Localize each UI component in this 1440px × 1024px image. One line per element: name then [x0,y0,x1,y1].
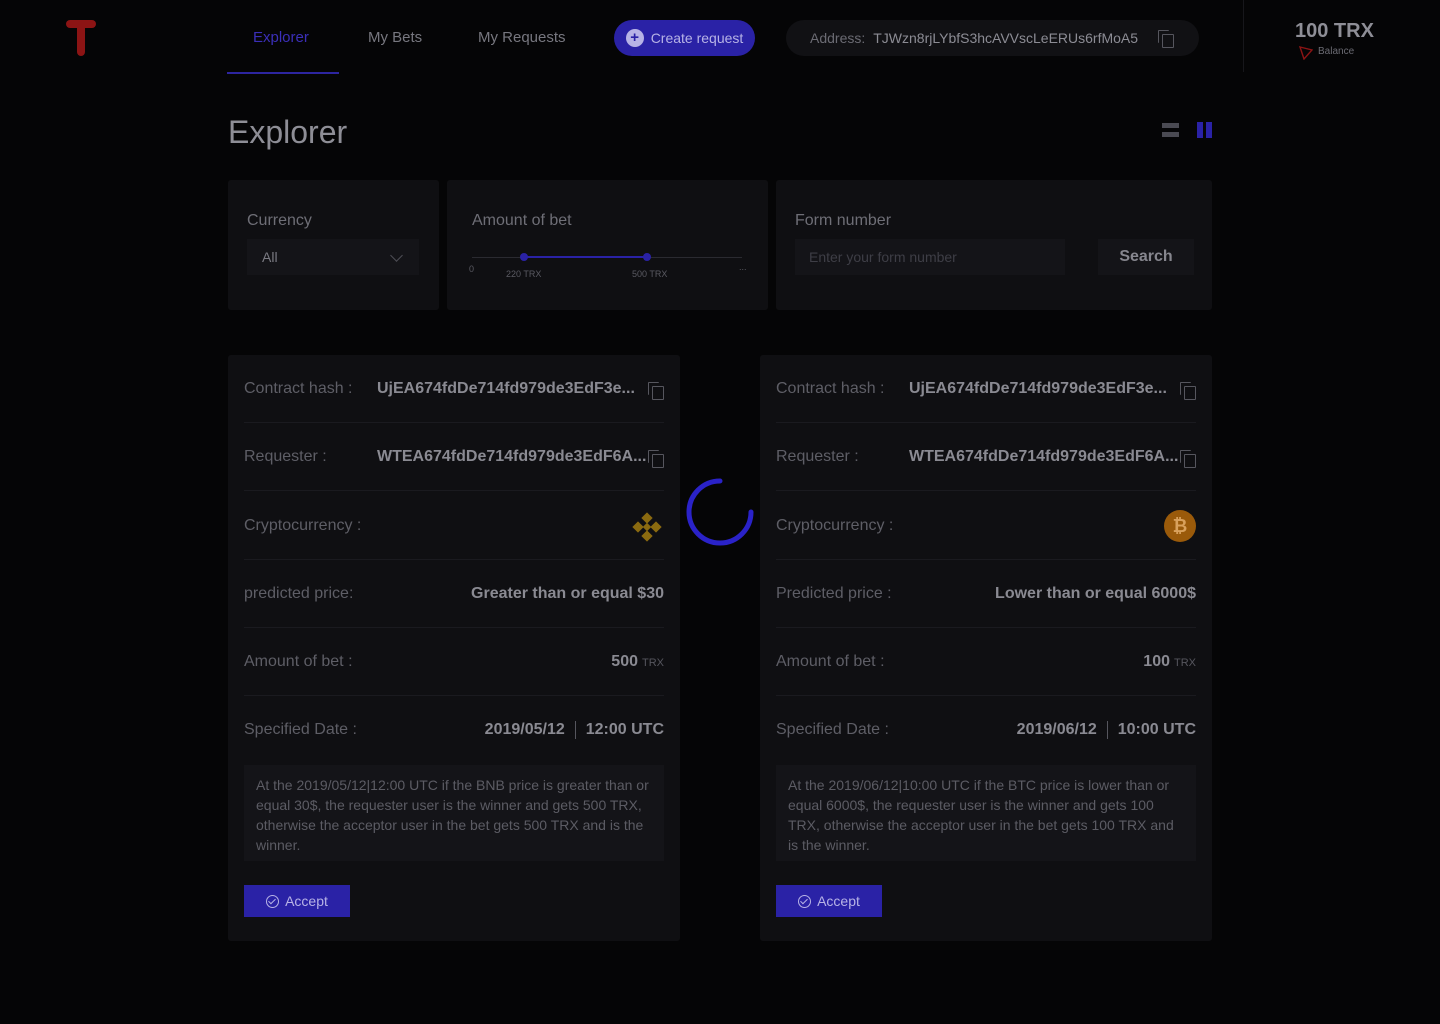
amount-label: Amount of bet [472,212,572,229]
crypto-label: Cryptocurrency : [244,516,362,534]
bet-description: At the 2019/06/12|10:00 UTC if the BTC p… [776,765,1196,861]
create-request-button[interactable]: + Create request [614,20,755,56]
address-label: Address: [810,30,866,46]
nav-active-underline [227,72,339,74]
bet-card: Contract hash : UjEA674fdDe714fd979de3Ed… [760,355,1212,941]
address-display: Address: TJWzn8rjLYbfS3hcAVVscLeERUs6rfM… [786,20,1199,56]
accept-label: Accept [817,893,860,909]
btc-icon: ₿ [1164,510,1196,542]
contract-value: UjEA674fdDe714fd979de3EdF3e... [909,379,1167,397]
check-circle-icon [266,894,280,908]
list-view-icon[interactable] [1162,122,1180,138]
date-row: Specified Date : 2019/06/12 10:00 UTC [776,696,1196,764]
tron-icon [1299,46,1313,60]
time-value: 12:00 UTC [585,721,664,739]
slider-max-label: ... [739,262,747,272]
amount-value: 100 [1143,652,1170,670]
create-request-label: Create request [650,30,744,46]
contract-label: Contract hash : [244,379,353,397]
date-row: Specified Date : 2019/05/12 12:00 UTC [244,696,664,764]
balance-value: 100 TRX [1295,20,1374,42]
crypto-row: Cryptocurrency : [244,492,664,560]
date-separator [1106,720,1108,739]
accept-button[interactable]: Accept [776,885,882,917]
amount-unit: TRX [1174,656,1196,669]
requester-value: WTEA674fdDe714fd979de3EdF6A... [909,447,1179,465]
bet-card: Contract hash : UjEA674fdDe714fd979de3Ed… [228,355,680,941]
copy-requester-icon[interactable] [648,450,664,468]
amount-slider-range [524,256,647,258]
amount-unit: TRX [642,656,664,669]
form-number-input[interactable] [795,239,1065,275]
price-value: Greater than or equal $30 [471,584,664,602]
date-value-group: 2019/06/12 10:00 UTC [1016,720,1196,739]
amount-value-group: 500 TRX [611,653,664,671]
contract-value: UjEA674fdDe714fd979de3EdF3e... [377,379,635,397]
price-label: Predicted price : [776,584,892,602]
form-number-label: Form number [795,212,892,229]
plus-icon: + [625,29,644,47]
requester-value: WTEA674fdDe714fd979de3EdF6A... [377,447,647,465]
crypto-row: Cryptocurrency : ₿ [776,492,1196,560]
loading-spinner-icon [686,478,754,546]
address-value: TJWzn8rjLYbfS3hcAVVscLeERUs6rfMoA5 [873,30,1139,46]
price-value: Lower than or equal 6000$ [995,584,1196,602]
date-label: Specified Date : [244,721,357,738]
accept-label: Accept [285,893,328,909]
check-circle-icon [798,894,812,908]
currency-label: Currency [247,212,312,229]
slider-low-label: 220 TRX [506,269,542,279]
nav-explorer[interactable]: Explorer [253,29,309,46]
amount-slider-min-handle[interactable] [520,253,528,261]
date-value-group: 2019/05/12 12:00 UTC [484,720,664,739]
copy-contract-icon[interactable] [648,382,664,400]
price-label: predicted price: [244,584,354,602]
bet-description: At the 2019/05/12|12:00 UTC if the BNB p… [244,765,664,861]
page-title: Explorer [228,114,348,150]
contract-row: Contract hash : UjEA674fdDe714fd979de3Ed… [244,355,664,423]
amount-slider-max-handle[interactable] [643,253,651,261]
requester-label: Requester : [776,447,859,465]
brand-logo[interactable] [66,20,96,56]
date-separator [574,720,576,739]
contract-label: Contract hash : [776,379,885,397]
search-button[interactable]: Search [1098,239,1194,275]
copy-requester-icon[interactable] [1180,450,1196,468]
nav-my-requests[interactable]: My Requests [478,29,566,46]
currency-select-value: All [262,249,278,265]
date-value: 2019/05/12 [484,721,565,739]
crypto-label: Cryptocurrency : [776,516,894,534]
requester-label: Requester : [244,447,327,465]
nav-my-bets[interactable]: My Bets [368,29,422,46]
date-label: Specified Date : [776,721,889,738]
copy-address-icon[interactable] [1158,30,1175,48]
amount-value: 500 [611,652,638,670]
time-value: 10:00 UTC [1117,721,1196,739]
amount-label: Amount of bet : [776,652,885,670]
amount-row: Amount of bet : 100 TRX [776,628,1196,696]
price-row: Predicted price : Lower than or equal 60… [776,560,1196,628]
grid-view-icon[interactable] [1196,122,1214,138]
date-value: 2019/06/12 [1016,721,1097,739]
slider-min-label: 0 [469,264,475,274]
copy-contract-icon[interactable] [1180,382,1196,400]
price-row: predicted price: Greater than or equal $… [244,560,664,628]
amount-label: Amount of bet : [244,652,353,670]
balance-label: Balance [1318,46,1355,57]
contract-row: Contract hash : UjEA674fdDe714fd979de3Ed… [776,355,1196,423]
amount-row: Amount of bet : 500 TRX [244,628,664,696]
slider-high-label: 500 TRX [632,269,668,279]
chevron-down-icon [390,249,403,262]
currency-select[interactable]: All [247,239,419,275]
bnb-icon [632,512,662,542]
amount-value-group: 100 TRX [1143,653,1196,671]
accept-button[interactable]: Accept [244,885,350,917]
requester-row: Requester : WTEA674fdDe714fd979de3EdF6A.… [244,423,664,491]
requester-row: Requester : WTEA674fdDe714fd979de3EdF6A.… [776,423,1196,491]
header-divider [1243,0,1244,72]
amount-filter-panel [447,180,768,310]
